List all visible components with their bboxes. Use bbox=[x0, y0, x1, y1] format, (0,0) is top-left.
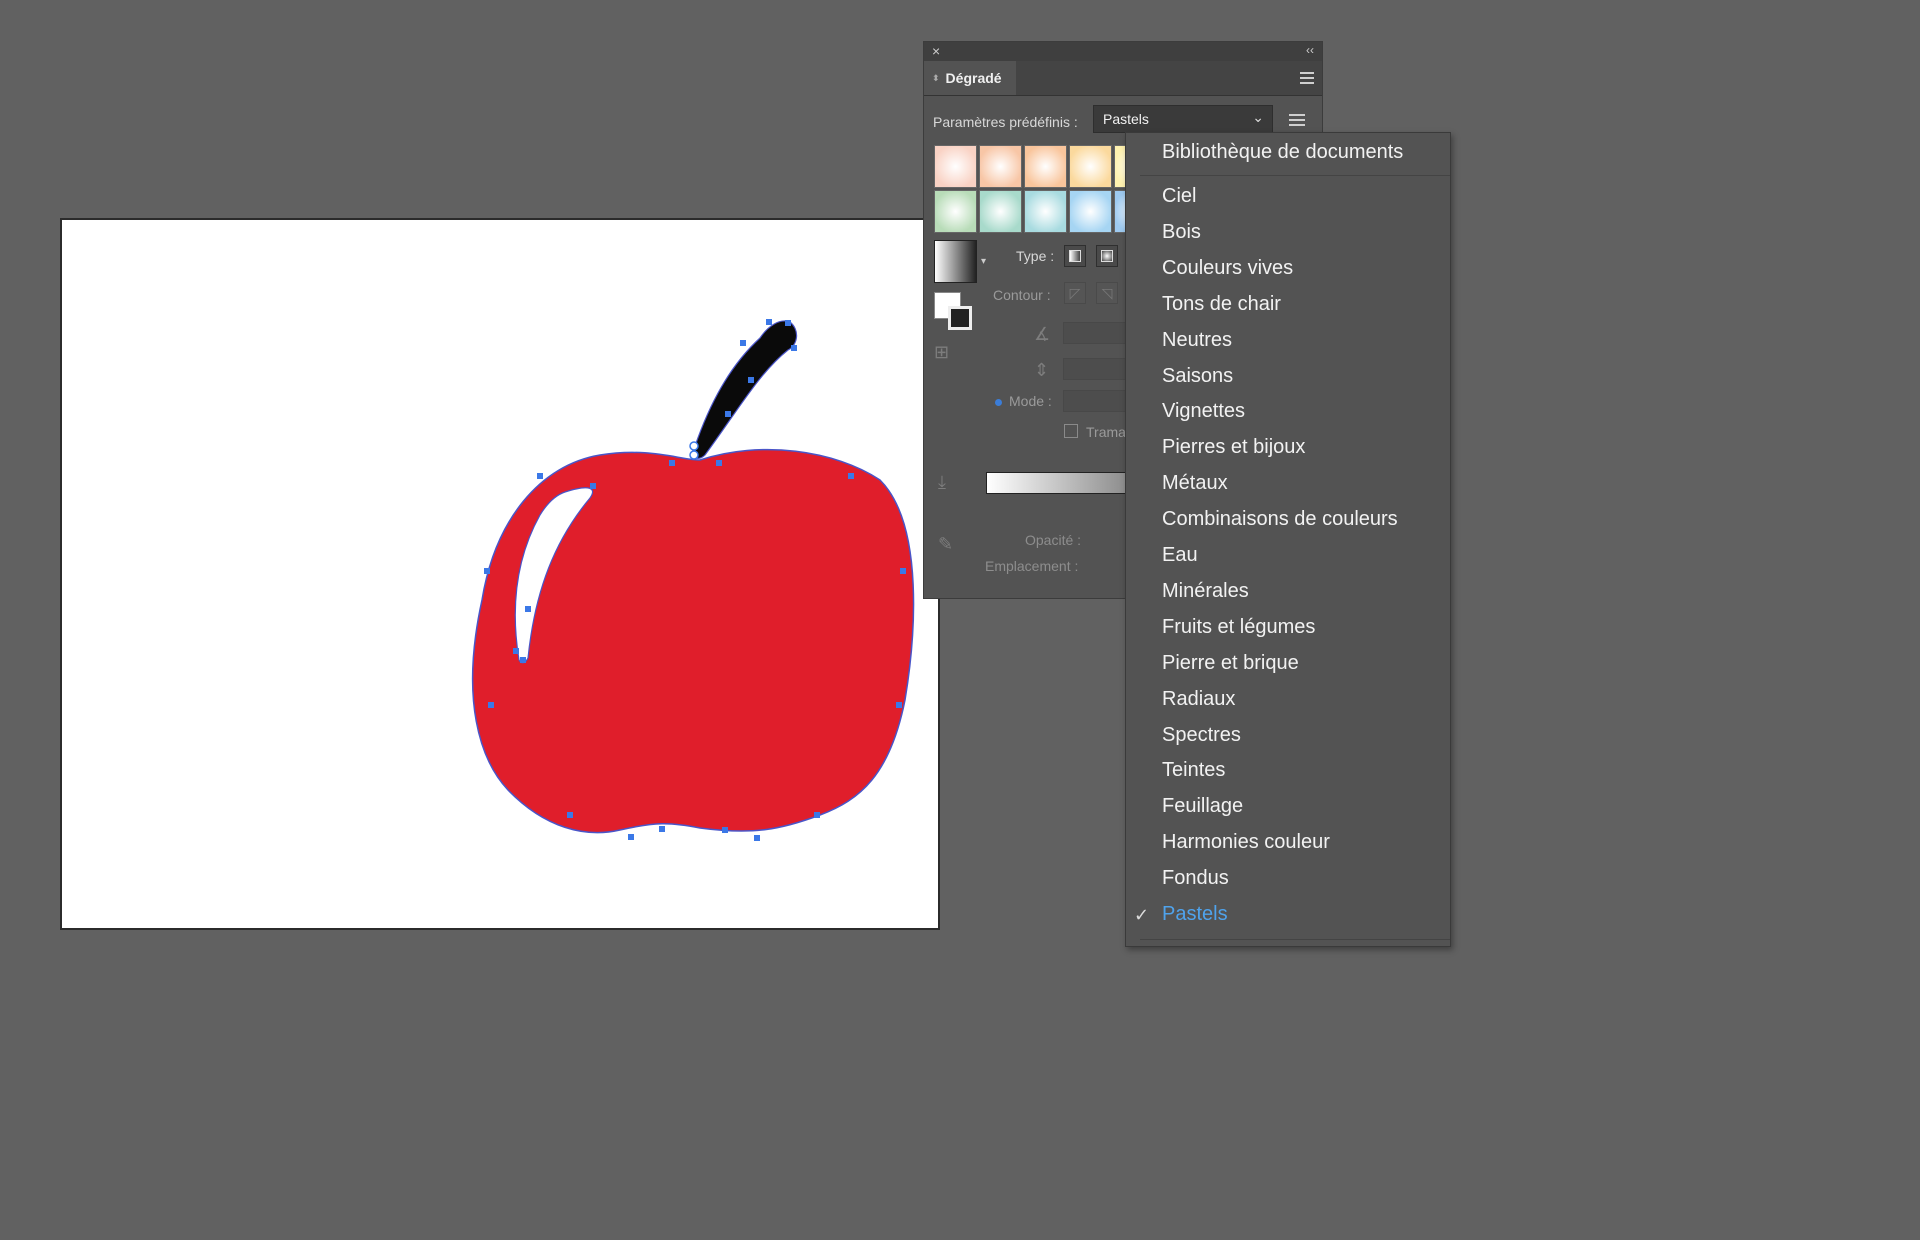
align-icon[interactable]: ⊞ bbox=[934, 342, 949, 363]
gradient-swatch[interactable] bbox=[1024, 145, 1067, 188]
eyedropper-icon[interactable]: ✎ bbox=[938, 534, 953, 555]
preset-dropdown-menu: Bibliothèque de documents Ciel Bois Couleu… bbox=[1125, 132, 1451, 947]
aspect-ratio-icon: ⇕ bbox=[1034, 360, 1050, 380]
presets-select-value: Pastels bbox=[1103, 111, 1149, 127]
menu-item[interactable]: Minérales bbox=[1162, 580, 1249, 603]
location-label: Emplacement : bbox=[985, 558, 1079, 574]
menu-item[interactable]: Fruits et légumes bbox=[1162, 616, 1315, 639]
fill-stroke-indicator[interactable] bbox=[934, 292, 974, 332]
menu-item[interactable]: Couleurs vives bbox=[1162, 257, 1293, 280]
menu-item[interactable]: Feuillage bbox=[1162, 795, 1243, 818]
menu-separator bbox=[1140, 175, 1450, 176]
opacity-label: Opacité : bbox=[1025, 532, 1082, 548]
radial-type-button[interactable] bbox=[1096, 245, 1118, 267]
panel-tab-row: ⬍ Dégradé bbox=[924, 61, 1322, 96]
menu-item[interactable]: Vignettes bbox=[1162, 400, 1245, 423]
gradient-swatch[interactable] bbox=[979, 190, 1022, 233]
gradient-preview[interactable] bbox=[934, 240, 977, 283]
mode-label: Mode : bbox=[1009, 393, 1052, 409]
presets-label: Paramètres prédéfinis : bbox=[933, 114, 1078, 130]
menu-item[interactable]: Ciel bbox=[1162, 185, 1196, 208]
presets-select[interactable]: Pastels ⌄ bbox=[1093, 105, 1273, 133]
menu-item-checked[interactable]: Pastels bbox=[1162, 903, 1228, 926]
tab-gradient[interactable]: ⬍ Dégradé bbox=[924, 61, 1016, 95]
menu-item[interactable]: Fondus bbox=[1162, 867, 1229, 890]
menu-item[interactable]: Pierre et brique bbox=[1162, 652, 1299, 675]
trama-label: Trama bbox=[1086, 424, 1126, 440]
menu-item[interactable]: Harmonies couleur bbox=[1162, 831, 1330, 854]
aspect-ratio-field[interactable] bbox=[1063, 358, 1133, 380]
caret-down-icon[interactable]: ▾ bbox=[981, 256, 986, 267]
type-label: Type : bbox=[1016, 248, 1055, 264]
chevron-down-icon: ⌄ bbox=[1252, 109, 1264, 125]
gradient-swatch[interactable] bbox=[1069, 190, 1112, 233]
gradient-swatch[interactable] bbox=[1024, 190, 1067, 233]
grip-icon: ⬍ bbox=[932, 72, 940, 83]
menu-item[interactable]: Eau bbox=[1162, 544, 1198, 567]
contour-label: Contour : bbox=[993, 287, 1051, 303]
menu-item[interactable]: Bois bbox=[1162, 221, 1201, 244]
checkmark-icon: ✓ bbox=[1134, 905, 1150, 925]
collapse-icon[interactable]: ‹‹ bbox=[1306, 43, 1314, 57]
save-gradient-icon[interactable]: ⤓ bbox=[938, 472, 946, 493]
trama-checkbox[interactable] bbox=[1064, 424, 1078, 438]
gradient-swatch[interactable] bbox=[979, 145, 1022, 188]
mode-field[interactable] bbox=[1063, 390, 1133, 412]
close-icon[interactable]: × bbox=[932, 43, 940, 59]
menu-item[interactable]: Spectres bbox=[1162, 724, 1241, 747]
menu-item[interactable]: Radiaux bbox=[1162, 688, 1235, 711]
gradient-swatch[interactable] bbox=[934, 190, 977, 233]
linear-type-button[interactable] bbox=[1064, 245, 1086, 267]
menu-item[interactable]: Tons de chair bbox=[1162, 293, 1281, 316]
artboard[interactable] bbox=[60, 218, 940, 930]
menu-item[interactable]: Saisons bbox=[1162, 365, 1233, 388]
panel-menu-icon[interactable] bbox=[1300, 69, 1314, 87]
mode-indicator-dot bbox=[995, 399, 1002, 406]
menu-separator bbox=[1140, 939, 1450, 940]
contour-option-2[interactable]: ◹ bbox=[1096, 282, 1118, 304]
tab-gradient-label: Dégradé bbox=[945, 70, 1002, 86]
angle-field[interactable] bbox=[1063, 322, 1133, 344]
angle-icon: ∡ bbox=[1034, 324, 1051, 344]
menu-item[interactable]: Neutres bbox=[1162, 329, 1232, 352]
gradient-swatch[interactable] bbox=[1069, 145, 1112, 188]
panel-titlebar: × ‹‹ bbox=[924, 42, 1322, 61]
contour-option-1[interactable]: ◸ bbox=[1064, 282, 1086, 304]
menu-item[interactable]: Combinaisons de couleurs bbox=[1162, 508, 1398, 531]
gradient-swatch[interactable] bbox=[934, 145, 977, 188]
menu-item[interactable]: Métaux bbox=[1162, 472, 1228, 495]
menu-item[interactable]: Pierres et bijoux bbox=[1162, 436, 1305, 459]
list-view-icon[interactable] bbox=[1289, 111, 1305, 129]
menu-item-document-library[interactable]: Bibliothèque de documents bbox=[1162, 141, 1403, 164]
stroke-swatch[interactable] bbox=[948, 306, 972, 330]
menu-item[interactable]: Teintes bbox=[1162, 759, 1225, 782]
gradient-slider[interactable] bbox=[986, 472, 1131, 494]
